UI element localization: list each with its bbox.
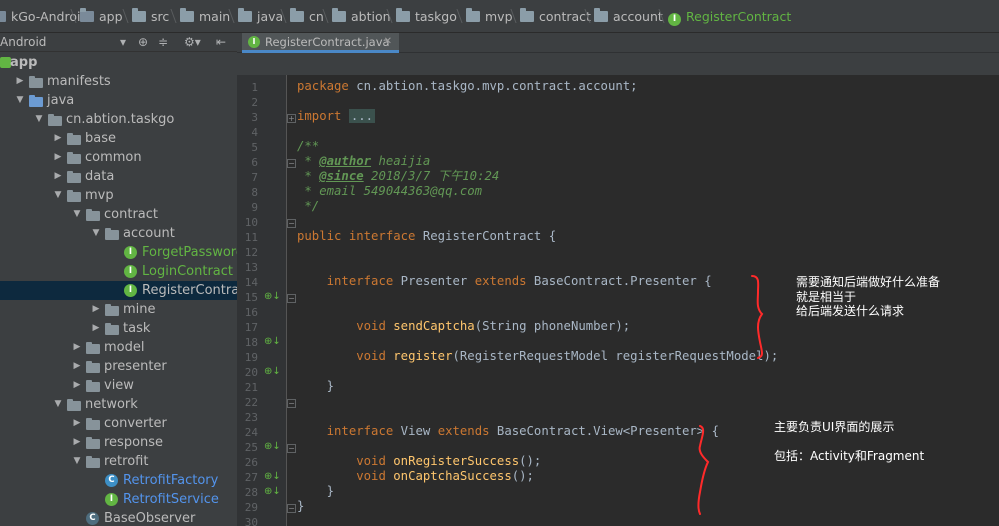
presenter-brace <box>751 275 764 359</box>
presenter-note-line-2: 就是相当于 <box>796 290 857 304</box>
presenter-note-line-1: 需要通知后端做好什么准备 <box>796 275 941 289</box>
presenter-note-line-3: 给后端发送什么请求 <box>796 304 905 318</box>
handwritten-annotation-braces <box>697 275 764 515</box>
view-note-line-2: 包括：Activity和Fragment <box>774 449 925 463</box>
view-note-line-1: 主要负责UI界面的展示 <box>774 420 895 434</box>
view-brace <box>697 425 710 515</box>
